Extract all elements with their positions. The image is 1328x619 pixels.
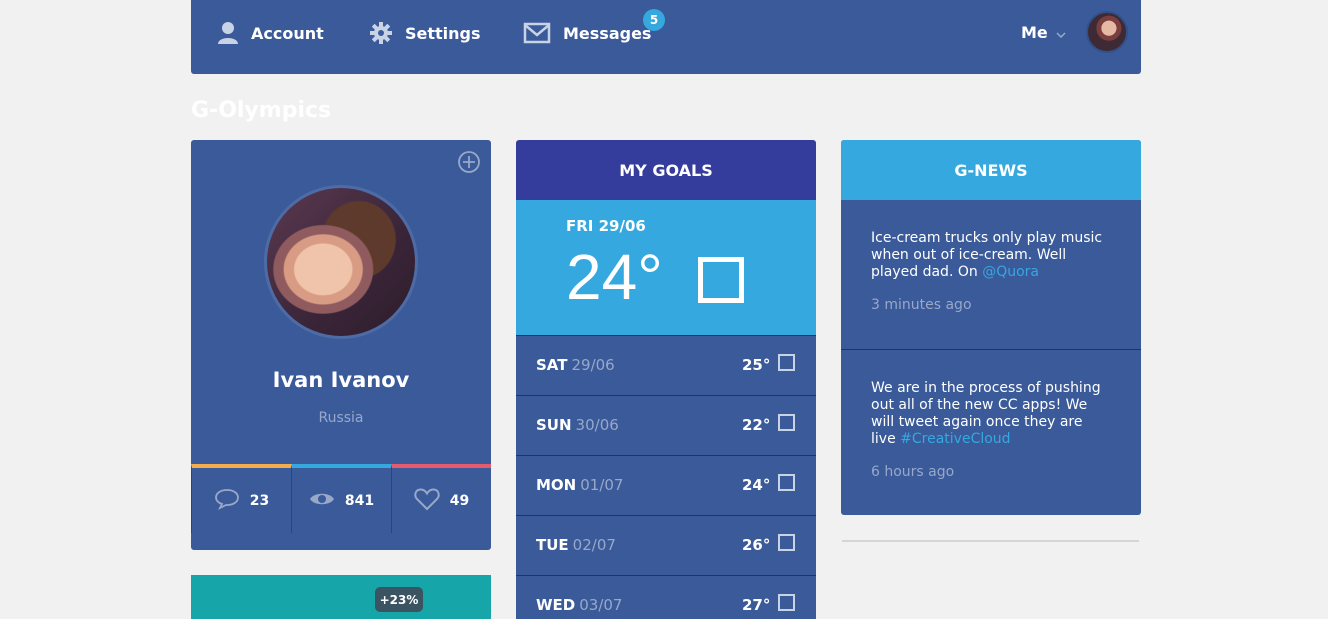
goal-date: 01/07 (580, 476, 624, 494)
stat-likes-value: 49 (449, 492, 470, 509)
stat-views-value: 841 (344, 492, 375, 509)
goal-temp: 26° (742, 536, 771, 554)
goal-temp: 27° (742, 596, 771, 614)
goal-row: SAT 29/06 25° (516, 335, 816, 395)
news-link[interactable]: @Quora (982, 264, 1039, 280)
today-checkbox[interactable] (698, 257, 744, 303)
news-item: Ice-cream trucks only play music when ou… (841, 200, 1141, 350)
goal-day: WED (536, 596, 576, 614)
goal-date: 30/06 (575, 416, 619, 434)
today-date: FRI 29/06 (566, 217, 646, 235)
chevron-down-icon (1056, 23, 1066, 42)
news-time: 6 hours ago (871, 464, 955, 480)
stat-views[interactable]: 841 (292, 464, 392, 533)
envelope-icon (523, 22, 551, 44)
goal-checkbox[interactable] (778, 354, 795, 371)
plus-circle-icon[interactable] (457, 150, 481, 174)
gear-icon (369, 21, 393, 45)
user-menu[interactable]: Me (1021, 0, 1128, 64)
goal-row: MON 01/07 24° (516, 455, 816, 515)
nav-messages-label: Messages (563, 23, 652, 43)
profile-name: Ivan Ivanov (272, 368, 410, 392)
nav-account-label: Account (251, 23, 324, 43)
news-card: G-NEWS Ice-cream trucks only play music … (841, 140, 1141, 515)
goal-day: MON (536, 476, 577, 494)
stat-comments[interactable]: 23 (191, 464, 292, 533)
goal-checkbox[interactable] (778, 414, 795, 431)
goal-row: TUE 02/07 26° (516, 515, 816, 575)
goal-checkbox[interactable] (778, 474, 795, 491)
profile-avatar (264, 185, 418, 339)
nav-account[interactable]: Account (217, 0, 324, 66)
page-title: G-Olympics (191, 98, 332, 123)
goal-row: SUN 30/06 22° (516, 395, 816, 455)
today-temp: 24° (566, 241, 663, 313)
goal-day: SUN (536, 416, 572, 434)
user-avatar[interactable] (1085, 11, 1128, 53)
news-time: 3 minutes ago (871, 297, 972, 313)
profile-stats: 23 841 49 (191, 464, 491, 533)
messages-count-badge: 5 (643, 9, 665, 31)
goal-date: 29/06 (571, 356, 615, 374)
heart-icon (414, 487, 440, 515)
goal-checkbox[interactable] (778, 534, 795, 551)
nav-settings[interactable]: Settings (369, 0, 481, 66)
nav-settings-label: Settings (405, 23, 481, 43)
top-navigation-bar: Account Settings Messages 5 Me (191, 0, 1141, 74)
growth-card (191, 575, 491, 619)
goal-row: WED 03/07 27° (516, 575, 816, 619)
goal-checkbox[interactable] (778, 594, 795, 611)
goal-date: 03/07 (579, 596, 623, 614)
stat-likes[interactable]: 49 (392, 464, 491, 533)
divider (842, 540, 1139, 542)
profile-card: Ivan Ivanov Russia 23 841 49 (191, 140, 491, 550)
profile-country: Russia (318, 410, 364, 426)
growth-tooltip: +23% (375, 587, 423, 612)
user-icon (217, 21, 239, 45)
news-item: We are in the process of pushing out all… (841, 350, 1141, 481)
user-menu-label: Me (1021, 22, 1048, 42)
goal-temp: 22° (742, 416, 771, 434)
goals-card: MY GOALS FRI 29/06 24° SAT 29/06 25° SUN 3… (516, 140, 816, 619)
eye-icon (309, 490, 335, 512)
news-title: G-NEWS (841, 140, 1141, 200)
goals-today: FRI 29/06 24° (516, 200, 816, 335)
news-link[interactable]: #CreativeCloud (900, 431, 1010, 447)
goal-date: 02/07 (572, 536, 616, 554)
news-text: Ice-cream trucks only play music when ou… (871, 230, 1111, 281)
nav-messages[interactable]: Messages (523, 0, 651, 66)
comment-icon (214, 488, 240, 514)
news-text: We are in the process of pushing out all… (871, 380, 1111, 448)
goal-day: SAT (536, 356, 568, 374)
goals-title: MY GOALS (516, 140, 816, 200)
stat-comments-value: 23 (249, 492, 270, 509)
goal-temp: 24° (742, 476, 771, 494)
goal-day: TUE (536, 536, 569, 554)
goal-temp: 25° (742, 356, 771, 374)
